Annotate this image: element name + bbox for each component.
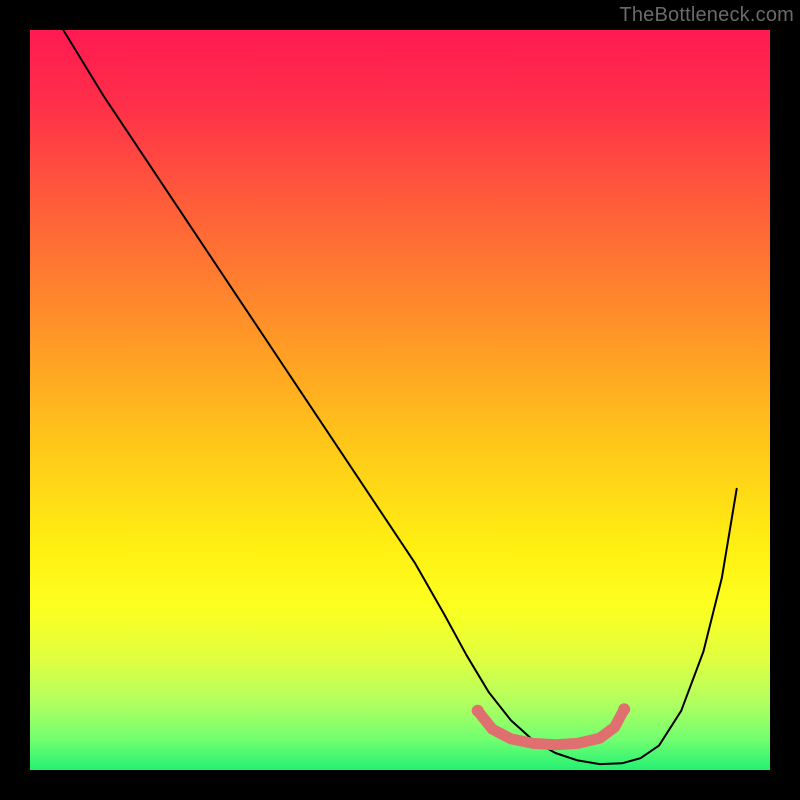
chart-container: TheBottleneck.com xyxy=(0,0,800,800)
bottleneck-chart xyxy=(0,0,800,800)
watermark-text: TheBottleneck.com xyxy=(619,4,794,27)
gradient-plot-area xyxy=(30,30,770,770)
